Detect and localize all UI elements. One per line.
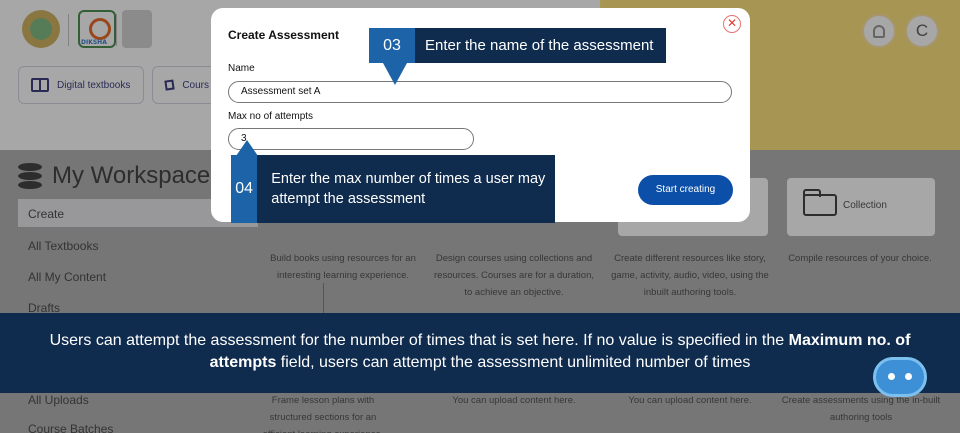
callout-03-pointer — [383, 63, 407, 85]
connector-line — [323, 283, 324, 315]
callout-03: 03 Enter the name of the assessment — [369, 28, 666, 63]
callout-04: 04 Enter the max number of times a user … — [231, 155, 555, 223]
info-text-part2: field, users can attempt the assessment … — [276, 354, 751, 371]
name-label: Name — [228, 63, 255, 74]
chatbot-icon[interactable] — [873, 357, 927, 397]
callout-04-text: Enter the max number of times a user may… — [271, 171, 546, 207]
callout-04-number: 04 — [231, 155, 258, 223]
start-creating-button[interactable]: Start creating — [638, 175, 733, 205]
callout-03-text: Enter the name of the assessment — [425, 37, 654, 54]
info-text-part1: Users can attempt the assessment for the… — [49, 332, 789, 349]
info-banner: Users can attempt the assessment for the… — [0, 313, 960, 393]
callout-04-pointer — [236, 140, 258, 156]
attempts-input[interactable]: 3 — [228, 128, 474, 150]
close-icon[interactable]: ✕ — [723, 15, 741, 33]
attempts-label: Max no of attempts — [228, 111, 314, 122]
modal-title: Create Assessment — [228, 28, 339, 42]
name-input[interactable]: Assessment set A — [228, 81, 732, 103]
callout-03-number: 03 — [369, 28, 415, 63]
